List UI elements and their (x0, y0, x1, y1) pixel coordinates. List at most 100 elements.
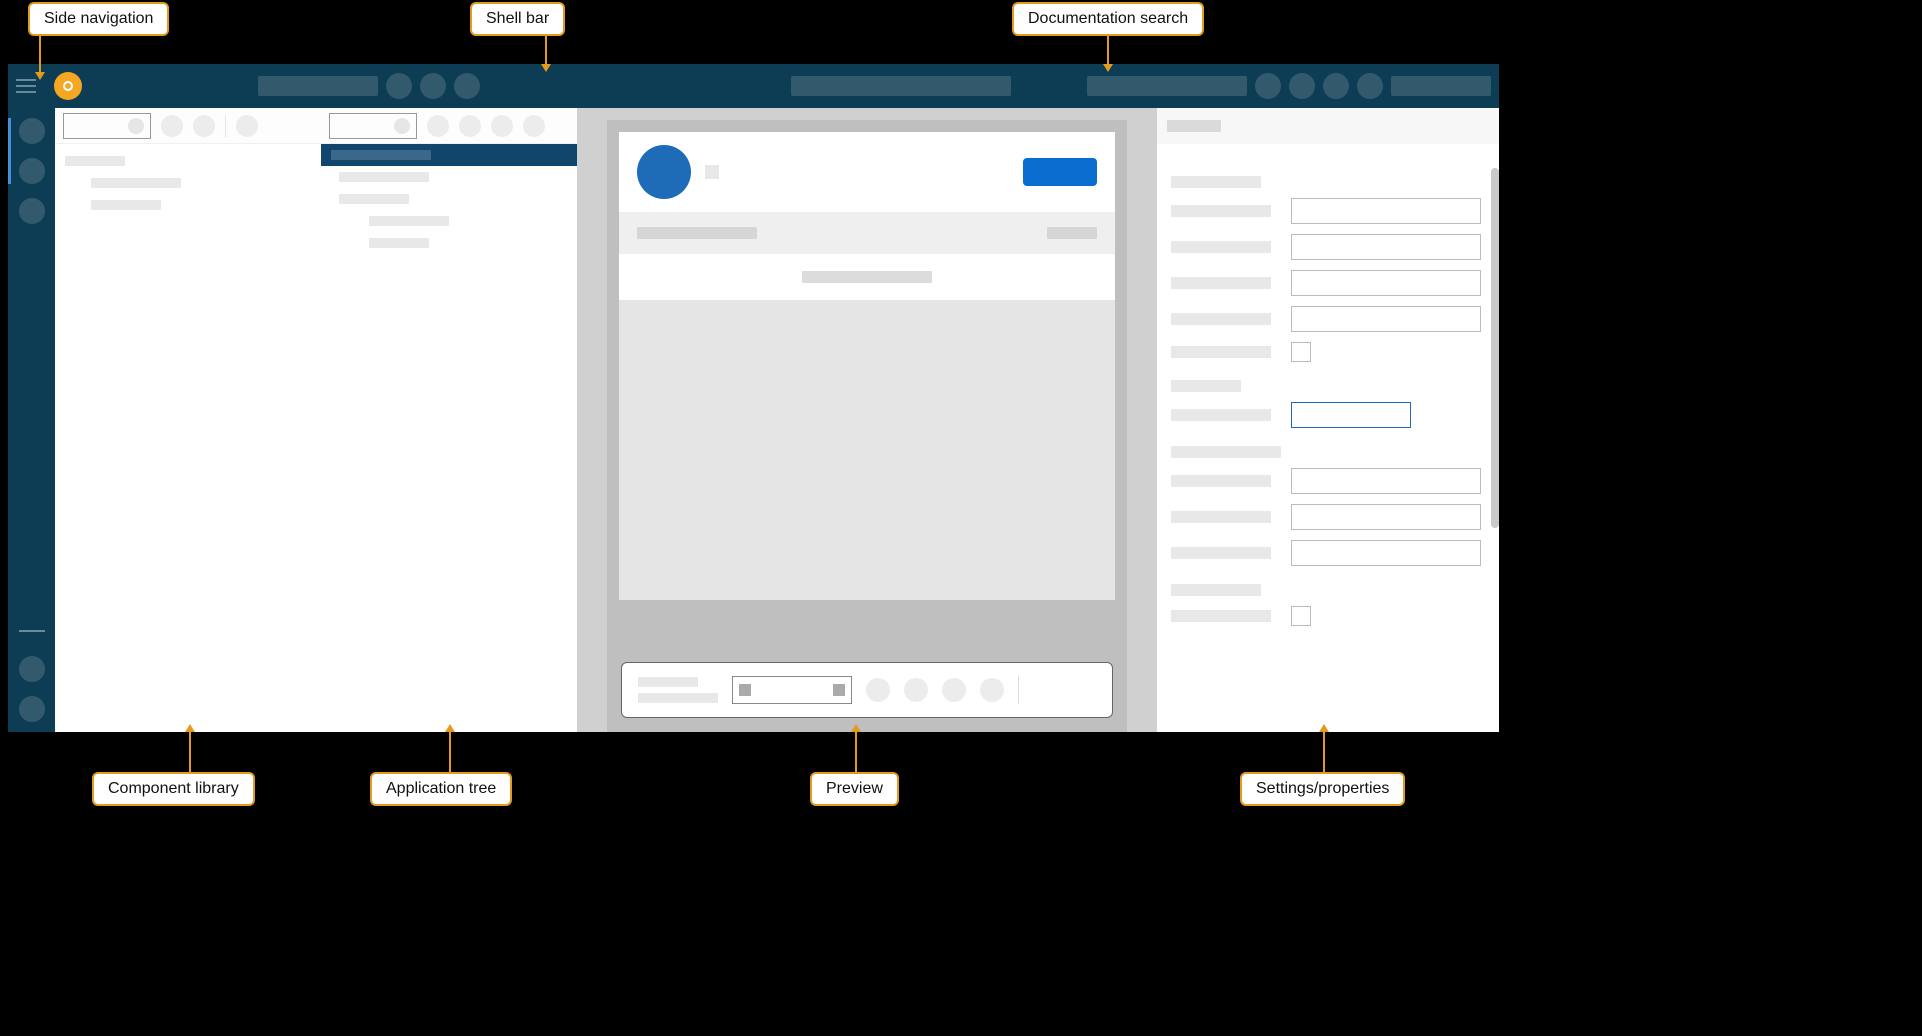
tree-search-input[interactable] (329, 113, 417, 139)
preview-footer-toolbar (621, 662, 1113, 718)
nav-item-3[interactable] (19, 198, 45, 224)
footer-action-4[interactable] (980, 678, 1004, 702)
properties-tab[interactable] (1167, 120, 1221, 132)
library-action-1[interactable] (161, 115, 183, 137)
property-label (1171, 205, 1271, 217)
property-label (1171, 511, 1271, 523)
pointer-application-tree (440, 724, 460, 778)
library-item[interactable] (55, 172, 321, 194)
tree-item[interactable] (321, 210, 577, 232)
property-input[interactable] (1291, 306, 1481, 332)
avatar-icon (637, 145, 691, 199)
preview-content (619, 300, 1115, 600)
pointer-doc-search (1098, 30, 1118, 72)
tree-action-1[interactable] (427, 115, 449, 137)
footer-action-1[interactable] (866, 678, 890, 702)
property-row (1171, 270, 1481, 296)
footer-action-2[interactable] (904, 678, 928, 702)
nav-bottom-1[interactable] (19, 656, 45, 682)
properties-scrollbar[interactable] (1491, 168, 1499, 528)
library-action-2[interactable] (193, 115, 215, 137)
pointer-preview (846, 724, 866, 778)
library-tree (55, 144, 321, 222)
shell-action-6[interactable] (1323, 73, 1349, 99)
library-action-3[interactable] (236, 115, 258, 137)
nav-bottom-2[interactable] (19, 696, 45, 722)
tree-action-4[interactable] (523, 115, 545, 137)
app-body (8, 108, 1499, 732)
property-row (1171, 342, 1481, 362)
pointer-shell-bar (536, 30, 556, 72)
property-section-title (1171, 176, 1261, 188)
device-canvas (607, 120, 1127, 732)
tree-item[interactable] (321, 166, 577, 188)
shell-bar (8, 64, 1499, 108)
nav-item-1[interactable] (19, 118, 45, 144)
callout-application-tree: Application tree (370, 772, 512, 806)
callout-side-navigation: Side navigation (28, 2, 169, 36)
property-row (1171, 504, 1481, 530)
callout-doc-search: Documentation search (1012, 2, 1204, 36)
property-row (1171, 234, 1481, 260)
shell-action-3[interactable] (454, 73, 480, 99)
callout-preview: Preview (810, 772, 899, 806)
nav-separator (19, 630, 45, 632)
library-item[interactable] (55, 194, 321, 216)
property-input[interactable] (1291, 540, 1481, 566)
tree-item-selected[interactable] (321, 144, 577, 166)
header-icon (705, 165, 719, 179)
property-input[interactable] (1291, 468, 1481, 494)
preview-area (577, 108, 1157, 732)
property-label (1171, 547, 1271, 559)
library-search-input[interactable] (63, 113, 151, 139)
property-label (1171, 346, 1271, 358)
pointer-side-nav (30, 30, 50, 80)
property-label (1171, 610, 1271, 622)
shell-title-placeholder (791, 76, 1011, 96)
property-input[interactable] (1291, 504, 1481, 530)
search-icon (128, 118, 144, 134)
preview-subheader (619, 212, 1115, 254)
tree-action-3[interactable] (491, 115, 513, 137)
toolbar-divider (225, 115, 226, 137)
application-tree-panel (321, 108, 577, 732)
property-checkbox[interactable] (1291, 606, 1311, 626)
property-input-focused[interactable] (1291, 402, 1411, 428)
shell-action-5[interactable] (1289, 73, 1315, 99)
property-label (1171, 313, 1271, 325)
tree-action-2[interactable] (459, 115, 481, 137)
property-checkbox[interactable] (1291, 342, 1311, 362)
callout-component-library: Component library (92, 772, 255, 806)
shell-action-7[interactable] (1357, 73, 1383, 99)
device-selector[interactable] (732, 676, 852, 704)
active-indicator (8, 118, 11, 184)
property-section-title (1171, 380, 1241, 392)
shell-action-1[interactable] (386, 73, 412, 99)
shell-dropdown[interactable] (258, 76, 378, 96)
application-tree (321, 144, 577, 254)
callout-settings-properties: Settings/properties (1240, 772, 1405, 806)
logo-icon[interactable] (54, 72, 82, 100)
documentation-search-input[interactable] (1087, 76, 1247, 96)
nav-item-2[interactable] (19, 158, 45, 184)
primary-button[interactable] (1023, 158, 1097, 186)
tree-item[interactable] (321, 188, 577, 210)
property-label (1171, 241, 1271, 253)
shell-action-4[interactable] (1255, 73, 1281, 99)
property-label (1171, 409, 1271, 421)
property-section-title (1171, 584, 1261, 596)
library-item[interactable] (55, 150, 321, 172)
footer-divider (1018, 676, 1019, 704)
property-input[interactable] (1291, 270, 1481, 296)
property-input[interactable] (1291, 234, 1481, 260)
property-input[interactable] (1291, 198, 1481, 224)
shell-user-placeholder[interactable] (1391, 76, 1491, 96)
footer-action-3[interactable] (942, 678, 966, 702)
side-navigation (8, 108, 55, 732)
property-section-title (1171, 446, 1281, 458)
tree-toolbar (321, 108, 577, 144)
tree-item[interactable] (321, 232, 577, 254)
shell-action-2[interactable] (420, 73, 446, 99)
preview-section-header (619, 254, 1115, 300)
component-library-panel (55, 108, 321, 732)
